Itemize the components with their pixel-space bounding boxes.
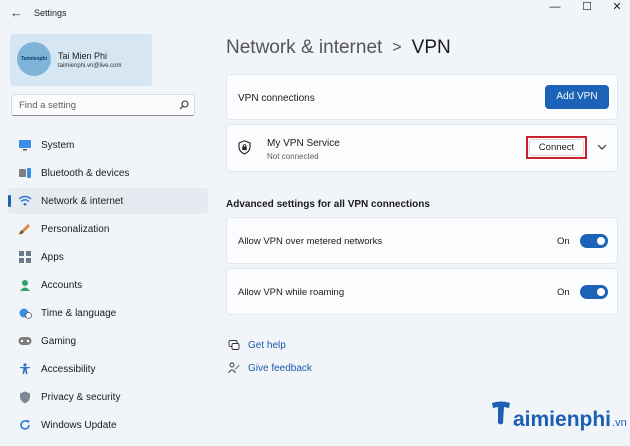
get-help-link[interactable]: Get help [228,339,286,351]
search-box[interactable]: Find a setting [11,94,195,116]
add-vpn-button[interactable]: Add VPN [545,85,609,109]
search-input[interactable]: Find a setting [19,100,76,111]
vpn-service-name: My VPN Service [267,138,340,149]
metered-toggle-state: On [557,236,570,247]
sidebar-item-label: Accounts [41,279,83,291]
sidebar-item-gaming[interactable]: Gaming [8,328,208,354]
help-icon [228,340,240,350]
sidebar-item-label: Windows Update [41,419,117,431]
sidebar-item-label: Personalization [41,223,110,235]
avatar-logo-text: Taimienphi [20,56,48,62]
vpn-service-status: Not connected [267,152,319,161]
accessibility-icon [18,362,32,376]
breadcrumb: Network & internet > VPN [226,35,451,61]
sidebar-item-label: Time & language [41,307,117,319]
chevron-down-icon[interactable] [597,144,607,151]
user-name: Tai Mien Phi [58,51,108,61]
close-button[interactable]: ✕ [602,0,630,14]
watermark-brand: aimienphi [513,408,612,431]
sidebar-item-accessibility[interactable]: Accessibility [8,356,208,382]
sidebar-item-personalization[interactable]: Personalization [8,216,208,242]
shield-icon [18,390,32,404]
metered-toggle[interactable] [580,234,608,248]
breadcrumb-parent[interactable]: Network & internet [226,37,382,59]
window-title: Settings [34,8,67,18]
sidebar-item-label: Bluetooth & devices [41,167,130,179]
wifi-icon [18,194,32,208]
sidebar-item-label: Accessibility [41,363,96,375]
sidebar-item-bluetooth-devices[interactable]: Bluetooth & devices [8,160,208,186]
sidebar-item-label: Apps [41,251,64,263]
user-panel[interactable]: Taimienphi Tai Mien Phi taimienphi.vn@li… [10,34,152,86]
active-indicator [8,195,11,207]
vpn-connections-label: VPN connections [238,93,315,104]
vpn-service-card[interactable]: My VPN Service Not connected Connect [226,124,618,172]
back-arrow-icon[interactable]: ← [10,5,23,20]
brush-icon [18,222,32,236]
roaming-card: Allow VPN while roaming On [226,268,618,315]
sidebar-item-apps[interactable]: Apps [8,244,208,270]
person-icon [18,278,32,292]
minimize-button[interactable]: — [540,0,570,14]
watermark-domain: .vn [612,417,627,429]
user-email: taimienphi.vn@live.com [58,63,122,69]
vpn-connections-card: VPN connections Add VPN [226,74,618,120]
breadcrumb-separator: > [392,39,402,56]
get-help-label[interactable]: Get help [248,340,286,351]
metered-networks-label: Allow VPN over metered networks [238,236,383,247]
feedback-icon [228,362,240,374]
sidebar-item-windows-update[interactable]: Windows Update [8,412,208,438]
vpn-shield-icon [238,140,251,155]
sidebar-item-privacy-security[interactable]: Privacy & security [8,384,208,410]
avatar: Taimienphi [17,42,51,76]
roaming-label: Allow VPN while roaming [238,287,345,298]
sidebar-item-network-internet[interactable]: Network & internet [8,188,208,214]
bluetooth-icon [18,166,32,180]
roaming-toggle-state: On [557,287,570,298]
watermark: aimienphi .vn [490,400,627,432]
give-feedback-label[interactable]: Give feedback [248,363,312,374]
update-icon [18,418,32,432]
sidebar-item-label: Privacy & security [41,391,121,403]
sidebar-item-accounts[interactable]: Accounts [8,272,208,298]
connect-button[interactable]: Connect [529,139,584,156]
sidebar-item-system[interactable]: System [8,132,208,158]
title-bar: ← Settings — ☐ ✕ [0,0,630,26]
watermark-t-logo [492,401,510,425]
metered-networks-card: Allow VPN over metered networks On [226,217,618,264]
advanced-settings-heading: Advanced settings for all VPN connection… [226,199,430,210]
sidebar-item-label: Gaming [41,335,77,347]
apps-icon [18,250,32,264]
globe-clock-icon [18,306,32,320]
sidebar-item-time-language[interactable]: Time & language [8,300,208,326]
sidebar-item-label: Network & internet [41,195,124,207]
give-feedback-link[interactable]: Give feedback [228,362,312,374]
monitor-icon [18,138,32,152]
page-title: VPN [411,37,451,58]
roaming-toggle[interactable] [580,285,608,299]
gamepad-icon [18,334,32,348]
search-icon[interactable] [179,100,189,110]
sidebar-item-label: System [41,139,75,151]
maximize-button[interactable]: ☐ [572,0,602,14]
